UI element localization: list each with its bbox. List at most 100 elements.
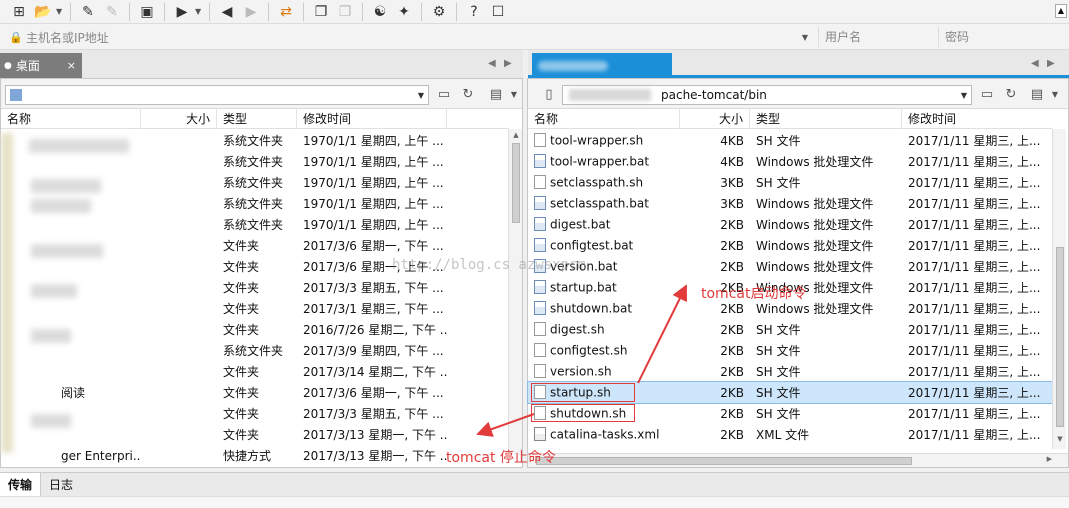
copy-icon[interactable]: ❐ — [310, 2, 332, 22]
chevron-left-icon[interactable]: ◀ — [1031, 58, 1039, 69]
chat-icon[interactable]: ☐ — [487, 2, 509, 22]
chevron-right-icon[interactable]: ▶ — [1047, 455, 1052, 463]
remote-column-headers: 名称 大小 类型 修改时间 — [528, 109, 1052, 129]
chevron-down-icon[interactable]: ▼ — [418, 91, 424, 100]
cell-name: configtest.bat — [528, 238, 680, 253]
remote-vertical-scrollbar[interactable]: ▼ — [1052, 129, 1066, 449]
new-session-icon[interactable]: ⊞ — [8, 2, 30, 22]
cell-mtime: 1970/1/1 星期四, 上午 ... — [303, 155, 444, 169]
cell-mtime: 2017/1/11 星期三, 上... — [908, 365, 1041, 379]
blurred-name — [31, 179, 101, 193]
table-row[interactable]: digest.bat 2KB Windows 批处理文件 2017/1/11 星期三,… — [528, 214, 1052, 235]
tab-desktop[interactable]: ● 桌面 × — [0, 53, 82, 78]
edit-icon[interactable]: ✎ — [77, 2, 99, 22]
column-header-mtime[interactable]: 修改时间 — [297, 109, 447, 129]
blurred-path-prefix — [569, 89, 651, 101]
refresh-icon[interactable]: ↻ — [1002, 86, 1020, 104]
chevron-down-icon[interactable]: ▼ — [195, 7, 203, 16]
host-input[interactable]: 🔒 主机名或IP地址 ▼ — [6, 27, 812, 47]
folder-up-icon[interactable]: ▭ — [435, 86, 453, 104]
chevron-up-icon[interactable]: ▲ — [1055, 4, 1067, 18]
table-row[interactable]: 系统文件夹 1970/1/1 星期四, 上午 ... — [1, 214, 447, 235]
remote-horizontal-scrollbar[interactable]: ▶ — [528, 453, 1068, 467]
chevron-down-icon[interactable]: ▼ — [505, 86, 523, 104]
table-row[interactable]: configtest.sh 2KB SH 文件 2017/1/11 星期三, 上... — [528, 340, 1052, 361]
table-row[interactable]: 系统文件夹 2017/3/9 星期四, 下午 ... — [1, 340, 447, 361]
table-row[interactable]: digest.sh 2KB SH 文件 2017/1/11 星期三, 上... — [528, 319, 1052, 340]
table-row[interactable]: version.sh 2KB SH 文件 2017/1/11 星期三, 上... — [528, 361, 1052, 382]
annotation-stop-label: tomcat 停止命令 — [446, 450, 556, 466]
table-row[interactable]: version.bat 2KB Windows 批处理文件 2017/1/11 星期三… — [528, 256, 1052, 277]
open-folder-icon[interactable]: 📂 — [32, 2, 54, 22]
close-icon[interactable]: × — [67, 59, 76, 72]
column-header-name[interactable]: 名称 — [1, 109, 141, 129]
folder-up-icon[interactable]: ▭ — [978, 86, 996, 104]
file-name: version.sh — [550, 364, 612, 379]
cell-name: configtest.sh — [528, 343, 680, 358]
view-mode-icon[interactable]: ▤ — [487, 86, 505, 104]
cell-size: 2KB — [720, 427, 744, 442]
cell-mtime: 2017/1/11 星期三, 上... — [908, 260, 1041, 274]
cell-type: 文件夹 — [223, 239, 260, 253]
chevron-left-icon[interactable]: ◀ — [488, 58, 496, 69]
local-path-input[interactable]: ▼ — [5, 85, 429, 105]
view-mode-icon[interactable]: ▤ — [1028, 86, 1046, 104]
column-header-type[interactable]: 类型 — [750, 109, 902, 129]
column-header-type[interactable]: 类型 — [217, 109, 297, 129]
toolbar-divider — [268, 2, 269, 21]
table-row[interactable]: 文件夹 2017/3/6 星期一, 上午 ... — [1, 256, 447, 277]
tab-transfer[interactable]: 传输 — [0, 472, 42, 497]
username-input[interactable]: 用户名 — [818, 27, 936, 47]
local-vertical-scrollbar[interactable]: ▲ — [508, 129, 522, 455]
scroll-thumb[interactable] — [1056, 247, 1064, 427]
table-row[interactable]: setclasspath.sh 3KB SH 文件 2017/1/11 星期三, 上.… — [528, 172, 1052, 193]
table-row[interactable]: tool-wrapper.bat 4KB Windows 批处理文件 2017/1/1… — [528, 151, 1052, 172]
tag-icon[interactable]: ✦ — [393, 2, 415, 22]
cell-size: 2KB — [720, 343, 744, 358]
help-icon[interactable]: ? — [463, 2, 485, 22]
sync-icon[interactable]: ⇄ — [275, 2, 297, 22]
password-input[interactable]: 密码 — [938, 27, 1056, 47]
back-arrow-icon[interactable]: ◀ — [216, 2, 238, 22]
terminal-icon[interactable]: ▶ — [171, 2, 193, 22]
cell-name: 阅读 — [61, 386, 86, 400]
remote-path-input[interactable]: pache-tomcat/bin ▼ — [562, 85, 972, 105]
table-row[interactable]: 文件夹 2017/3/14 星期二, 下午 ... — [1, 361, 447, 382]
table-row[interactable]: 文件夹 2017/3/1 星期三, 下午 ... — [1, 298, 447, 319]
file-name: tool-wrapper.bat — [550, 154, 650, 169]
bookmark-icon[interactable]: ☯ — [369, 2, 391, 22]
gear-icon[interactable]: ⚙ — [428, 2, 450, 22]
chevron-down-icon[interactable]: ▼ — [1046, 86, 1064, 104]
table-row[interactable]: setclasspath.bat 3KB Windows 批处理文件 2017/1/1… — [528, 193, 1052, 214]
table-row[interactable]: ger Enterpri... 快捷方式 2017/3/13 星期一, 下午 ... — [1, 445, 447, 466]
file-name: setclasspath.sh — [550, 175, 644, 190]
chevron-down-icon[interactable]: ▼ — [802, 33, 808, 42]
column-header-size[interactable]: 大小 — [680, 109, 750, 129]
refresh-icon[interactable]: ↻ — [459, 86, 477, 104]
scroll-thumb[interactable] — [512, 143, 520, 223]
cell-type: 文件夹 — [223, 281, 260, 295]
tab-log[interactable]: 日志 — [41, 473, 81, 497]
chevron-down-icon[interactable]: ▼ — [56, 7, 64, 16]
chevron-down-icon[interactable]: ▼ — [961, 91, 967, 100]
scroll-thumb[interactable] — [536, 457, 912, 465]
cell-name: version.sh — [528, 364, 680, 379]
cell-mtime: 1970/1/1 星期四, 上午 ... — [303, 134, 444, 148]
column-header-mtime[interactable]: 修改时间 — [902, 109, 1052, 129]
chevron-down-icon[interactable]: ▼ — [1053, 435, 1067, 443]
host-placeholder: 主机名或IP地址 — [26, 30, 109, 45]
table-row[interactable]: configtest.bat 2KB Windows 批处理文件 2017/1/11 … — [528, 235, 1052, 256]
cell-name: startup.bat — [528, 280, 680, 295]
table-row[interactable]: 系统文件夹 1970/1/1 星期四, 上午 ... — [1, 151, 447, 172]
table-row[interactable]: tool-wrapper.sh 4KB SH 文件 2017/1/11 星期三, 上.… — [528, 130, 1052, 151]
table-row[interactable]: catalina-tasks.xml 2KB XML 文件 2017/1/11 星期三… — [528, 424, 1052, 445]
chevron-up-icon[interactable]: ▲ — [509, 131, 523, 139]
table-row[interactable]: 阅读 文件夹 2017/3/6 星期一, 下午 ... — [1, 382, 447, 403]
sidebar-toggle-icon[interactable]: ▯ — [540, 86, 558, 104]
chevron-right-icon[interactable]: ▶ — [1047, 58, 1055, 69]
settings-panel-icon[interactable]: ▣ — [136, 2, 158, 22]
column-header-size[interactable]: 大小 — [141, 109, 217, 129]
chevron-right-icon[interactable]: ▶ — [504, 58, 512, 69]
column-header-name[interactable]: 名称 — [528, 109, 680, 129]
toolbar-divider — [421, 2, 422, 21]
